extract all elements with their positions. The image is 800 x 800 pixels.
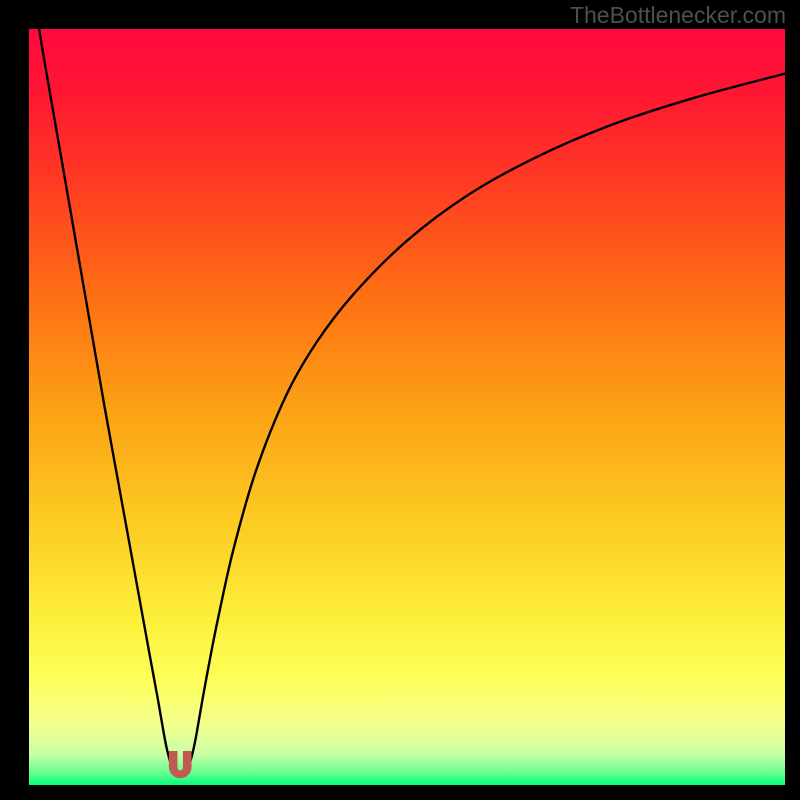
chart-frame: TheBottlenecker.com <box>0 0 800 800</box>
chart-plot-area <box>29 29 785 785</box>
chart-svg <box>29 29 785 785</box>
watermark-text: TheBottlenecker.com <box>570 2 786 29</box>
chart-background <box>29 29 785 785</box>
